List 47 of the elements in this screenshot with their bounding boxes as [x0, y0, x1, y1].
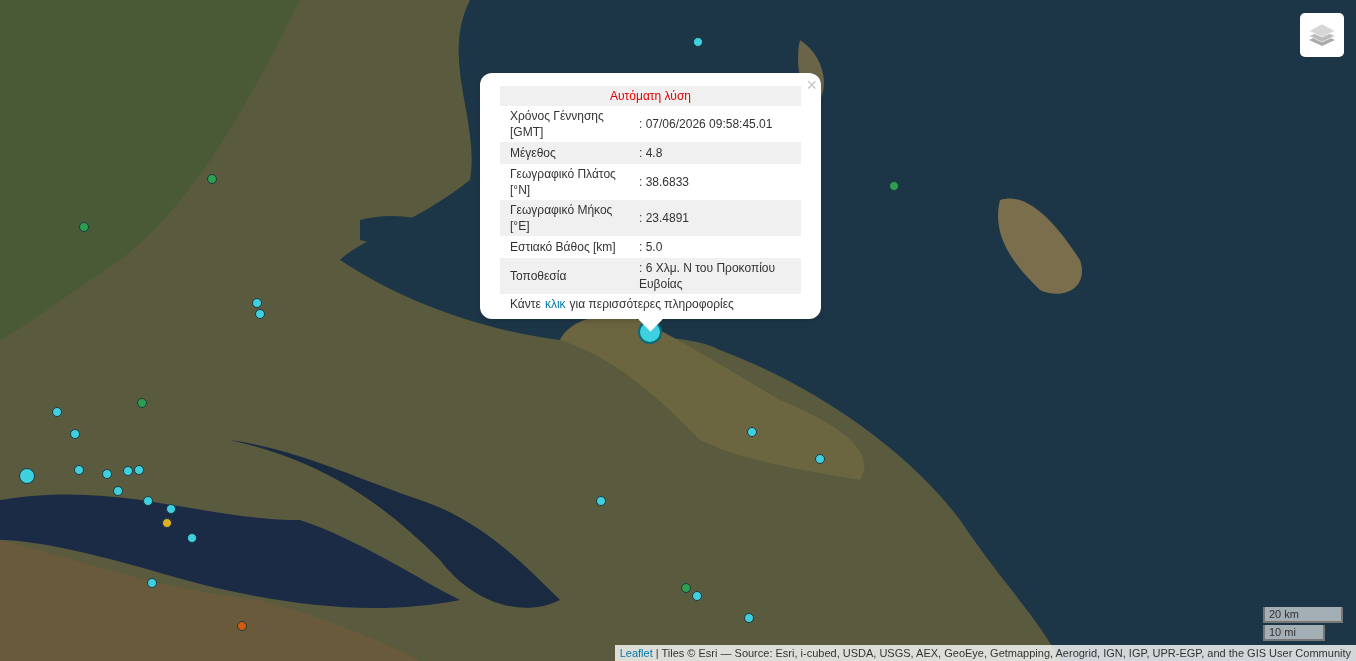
earthquake-marker[interactable]: [52, 407, 62, 417]
field-value: : 38.6833: [638, 174, 691, 190]
field-value: : 23.4891: [638, 210, 691, 226]
earthquake-marker[interactable]: [134, 465, 144, 475]
earthquake-marker[interactable]: [252, 298, 262, 308]
field-value: : 6 Χλμ. N του Προκοπίου Ευβοίας: [638, 260, 777, 292]
earthquake-marker[interactable]: [187, 533, 197, 543]
earthquake-marker[interactable]: [70, 429, 80, 439]
field-label: Γεωγραφικό Μήκος [°E]: [509, 202, 614, 234]
field-label: Τοποθεσία: [509, 268, 568, 284]
popup-title: Αυτόματη λύση: [500, 86, 801, 106]
scale-bar: 20 km: [1263, 607, 1343, 623]
earthquake-marker[interactable]: [137, 398, 147, 408]
field-label: Γεωγραφικό Πλάτος [°N]: [509, 166, 617, 198]
earthquake-marker[interactable]: [681, 583, 691, 593]
footer-text: Κάντε: [510, 296, 541, 313]
footer-text: για περισσότερες πληροφορίες: [569, 296, 734, 313]
earthquake-marker[interactable]: [143, 496, 153, 506]
earthquake-marker[interactable]: [596, 496, 606, 506]
earthquake-marker[interactable]: [147, 578, 157, 588]
field-value: : 07/06/2026 09:58:45.01: [638, 116, 774, 132]
earthquake-marker[interactable]: [74, 465, 84, 475]
leaflet-link[interactable]: Leaflet: [619, 645, 653, 661]
earthquake-marker[interactable]: [747, 427, 757, 437]
field-label: Χρόνος Γέννησης [GMT]: [509, 108, 605, 140]
earthquake-marker[interactable]: [79, 222, 89, 232]
earthquake-marker[interactable]: [166, 504, 176, 514]
field-label: Εστιακό Βάθος [km]: [509, 239, 617, 255]
earthquake-marker[interactable]: [692, 591, 702, 601]
earthquake-marker[interactable]: [255, 309, 265, 319]
earthquake-marker[interactable]: [113, 486, 123, 496]
earthquake-marker[interactable]: [693, 37, 703, 47]
earthquake-marker[interactable]: [889, 181, 899, 191]
layers-icon: [1308, 22, 1336, 48]
field-label: Μέγεθος: [509, 145, 557, 161]
field-value: : 4.8: [638, 145, 664, 161]
earthquake-marker[interactable]: [744, 613, 754, 623]
earthquake-marker[interactable]: [815, 454, 825, 464]
earthquake-marker[interactable]: [237, 621, 247, 631]
earthquake-marker[interactable]: [123, 466, 133, 476]
attribution-text: | Tiles © Esri — Source: Esri, i-cubed, USDA, USGS, AEX, GeoEye, Getmapping, Aerogrid, IGN, IGP, UPR-EGP, and the GIS User Community: [655, 646, 1351, 661]
earthquake-marker[interactable]: [162, 518, 172, 528]
more-info-link[interactable]: κλικ: [544, 294, 566, 314]
field-value: : 5.0: [638, 239, 664, 255]
earthquake-marker[interactable]: [207, 174, 217, 184]
earthquake-marker[interactable]: [102, 469, 112, 479]
scale-bar: 10 mi: [1263, 625, 1325, 641]
